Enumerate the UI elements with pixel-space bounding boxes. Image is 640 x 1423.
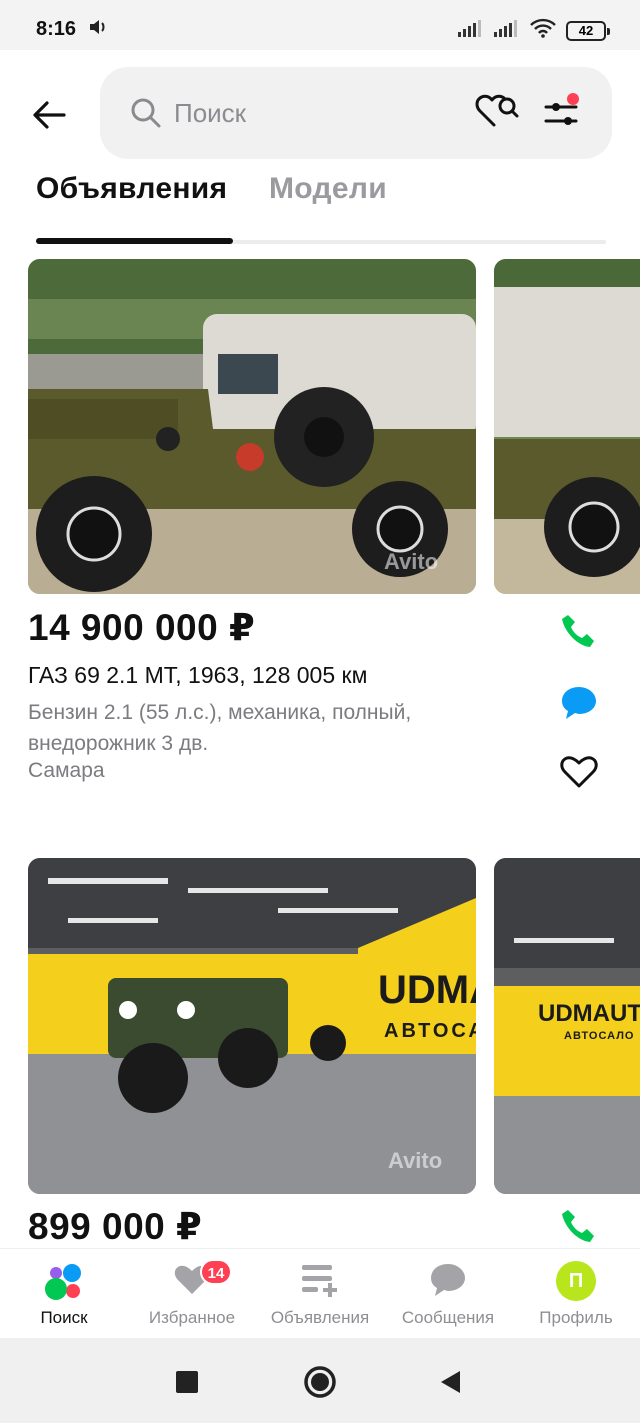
banner-subtext: АВТОСА — [384, 1020, 476, 1042]
nav-messages[interactable]: Сообщения — [384, 1249, 512, 1339]
watermark: Avito — [388, 1148, 443, 1173]
bottom-navigation: Поиск 14 Избранное Объявления Сообщения … — [0, 1248, 640, 1338]
sound-icon — [88, 18, 108, 41]
heart-icon — [560, 756, 598, 788]
banner-subtext-2: АВТОСАЛО — [564, 1030, 635, 1042]
listing-photo-next[interactable] — [494, 259, 640, 594]
wifi-icon — [530, 18, 556, 43]
listing-photo[interactable]: UDMA АВТОСА Avito — [28, 858, 476, 1194]
recents-icon[interactable] — [176, 1371, 198, 1398]
listing-title[interactable]: ГАЗ 69 2.1 MT, 1963, 128 005 км — [28, 662, 367, 689]
status-indicators: 42 — [458, 18, 610, 43]
call-button[interactable] — [556, 1207, 602, 1247]
listing-price: 14 900 000 ₽ — [28, 607, 256, 648]
tabs: Объявления Модели — [36, 170, 606, 246]
tab-active-indicator — [36, 238, 233, 244]
listing-photo-next[interactable]: UDMAUT АВТОСАЛО — [494, 858, 640, 1194]
nav-label-favorites: Избранное — [148, 1308, 236, 1327]
call-button[interactable] — [556, 609, 602, 655]
listing-photo[interactable]: Avito — [28, 259, 476, 594]
back-button[interactable] — [26, 92, 72, 138]
nav-label-search: Поиск — [40, 1308, 88, 1327]
banner-text-2: UDMAUT — [538, 1000, 640, 1027]
message-button[interactable] — [556, 680, 602, 726]
nav-favorites[interactable]: 14 Избранное — [128, 1249, 256, 1339]
saved-search-icon[interactable] — [472, 91, 520, 136]
phone-icon — [562, 1210, 594, 1242]
add-listing-icon — [300, 1261, 340, 1304]
search-bar[interactable] — [100, 67, 612, 159]
back-triangle-icon[interactable] — [438, 1369, 462, 1400]
filters-icon[interactable] — [542, 93, 584, 138]
nav-label-my-ads: Объявления — [270, 1308, 370, 1327]
search-input[interactable] — [174, 93, 454, 133]
avito-logo-icon — [42, 1261, 86, 1306]
system-navigation-bar — [0, 1338, 640, 1423]
chat-bubble-icon — [562, 687, 596, 719]
banner-text: UDMA — [378, 968, 476, 1012]
signal-icon-2 — [494, 19, 520, 42]
battery-icon: 42 — [566, 20, 610, 41]
tab-ads[interactable]: Объявления — [36, 172, 227, 206]
search-icon — [130, 97, 162, 134]
status-time: 8:16 — [36, 18, 77, 40]
listing-location: Самара — [28, 759, 105, 782]
nav-search[interactable]: Поиск — [0, 1249, 128, 1339]
nav-label-profile: Профиль — [539, 1308, 613, 1327]
home-icon[interactable] — [303, 1365, 337, 1404]
nav-label-messages: Сообщения — [401, 1308, 495, 1327]
arrow-left-icon — [33, 101, 66, 129]
status-bar: 8:16 42 — [0, 0, 640, 50]
favorites-badge: 14 — [200, 1259, 232, 1285]
favorite-button[interactable] — [556, 748, 602, 794]
chat-bubble-icon — [428, 1261, 468, 1304]
avatar: П — [556, 1261, 596, 1301]
listing-description: Бензин 2.1 (55 л.с.), механика, полный, … — [28, 701, 412, 755]
profile-avatar: П — [556, 1261, 596, 1301]
nav-profile[interactable]: П Профиль — [512, 1249, 640, 1339]
watermark: Avito — [384, 549, 439, 574]
signal-icon — [458, 19, 484, 42]
tab-models[interactable]: Модели — [269, 172, 387, 206]
listing-price: 899 000 ₽ — [28, 1206, 203, 1247]
phone-icon — [562, 615, 594, 647]
nav-my-ads[interactable]: Объявления — [256, 1249, 384, 1339]
